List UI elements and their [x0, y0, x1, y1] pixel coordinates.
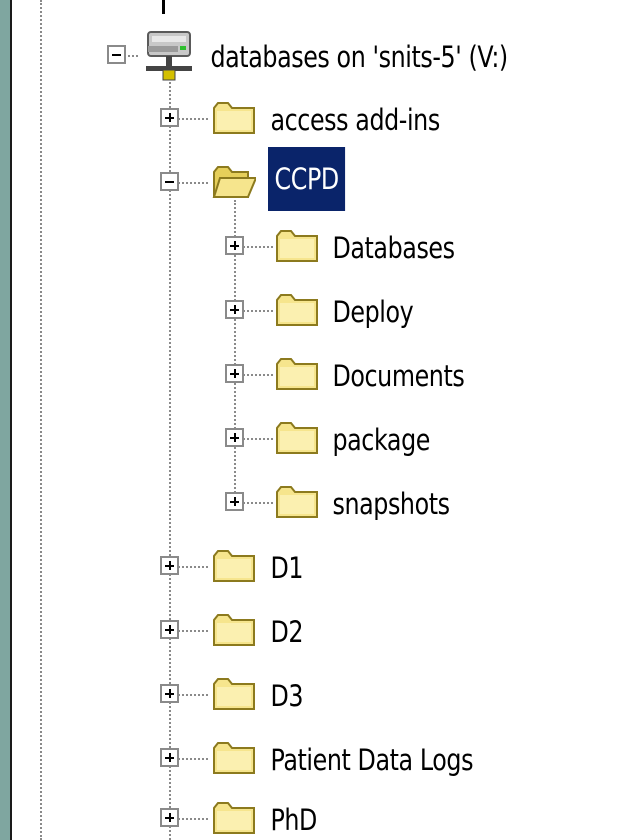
network-drive-icon — [146, 31, 192, 81]
tree-item-label[interactable]: Patient Data Logs — [268, 741, 476, 779]
tree-item-label[interactable]: D2 — [268, 613, 306, 651]
folder-icon — [213, 742, 255, 774]
tree-guide-line — [40, 0, 42, 840]
tree-item-label-selected[interactable]: CCPD — [268, 147, 346, 211]
folder-icon — [213, 102, 255, 134]
tree-item-label[interactable]: PhD — [268, 801, 319, 839]
tree-connector — [243, 374, 273, 376]
tree-item-label[interactable]: package — [330, 421, 432, 459]
tree-connector — [243, 246, 273, 248]
expand-toggle-databases[interactable] — [225, 236, 244, 255]
folder-icon — [276, 230, 318, 262]
folder-icon — [276, 358, 318, 390]
expand-toggle-snapshots[interactable] — [225, 492, 244, 511]
expand-toggle-package[interactable] — [225, 428, 244, 447]
folder-icon — [213, 614, 255, 646]
expand-toggle-deploy[interactable] — [225, 300, 244, 319]
tree-connector — [178, 566, 208, 568]
tree-guide-line — [162, 0, 165, 14]
tree-guide-line — [169, 82, 171, 840]
open-folder-icon — [212, 166, 256, 198]
expand-toggle-d3[interactable] — [160, 684, 179, 703]
tree-item-label[interactable]: Databases — [330, 229, 457, 267]
expand-toggle-d1[interactable] — [160, 556, 179, 575]
folder-icon — [276, 422, 318, 454]
folder-icon — [276, 486, 318, 518]
folder-icon — [213, 678, 255, 710]
expand-toggle-phd[interactable] — [160, 808, 179, 827]
tree-connector — [178, 694, 208, 696]
tree-item-label[interactable]: access add-ins — [268, 101, 442, 139]
tree-connector — [243, 438, 273, 440]
tree-item-label[interactable]: Documents — [330, 357, 467, 395]
tree-connector — [178, 118, 208, 120]
tree-item-label-root[interactable]: databases on 'snits-5' (V:) — [208, 38, 510, 76]
folder-icon — [213, 802, 255, 834]
tree-item-label[interactable]: Deploy — [330, 293, 416, 331]
folder-tree-panel[interactable]: databases on 'snits-5' (V:) access add-i… — [10, 0, 627, 840]
folder-icon — [213, 550, 255, 582]
collapse-toggle-root[interactable] — [107, 45, 126, 64]
folder-icon — [276, 294, 318, 326]
tree-item-label[interactable]: D3 — [268, 677, 306, 715]
expand-toggle-patient-data-logs[interactable] — [160, 748, 179, 767]
tree-connector — [178, 630, 208, 632]
tree-connector — [178, 758, 208, 760]
tree-connector — [124, 55, 138, 57]
tree-connector — [243, 310, 273, 312]
tree-connector — [243, 502, 273, 504]
expand-toggle-d2[interactable] — [160, 620, 179, 639]
tree-item-label[interactable]: D1 — [268, 549, 306, 587]
tree-connector — [178, 818, 208, 820]
tree-connector — [178, 182, 208, 184]
expand-toggle-documents[interactable] — [225, 364, 244, 383]
tree-item-label[interactable]: snapshots — [330, 485, 452, 523]
collapse-toggle-ccpd[interactable] — [160, 172, 179, 191]
expand-toggle-access-add-ins[interactable] — [160, 108, 179, 127]
